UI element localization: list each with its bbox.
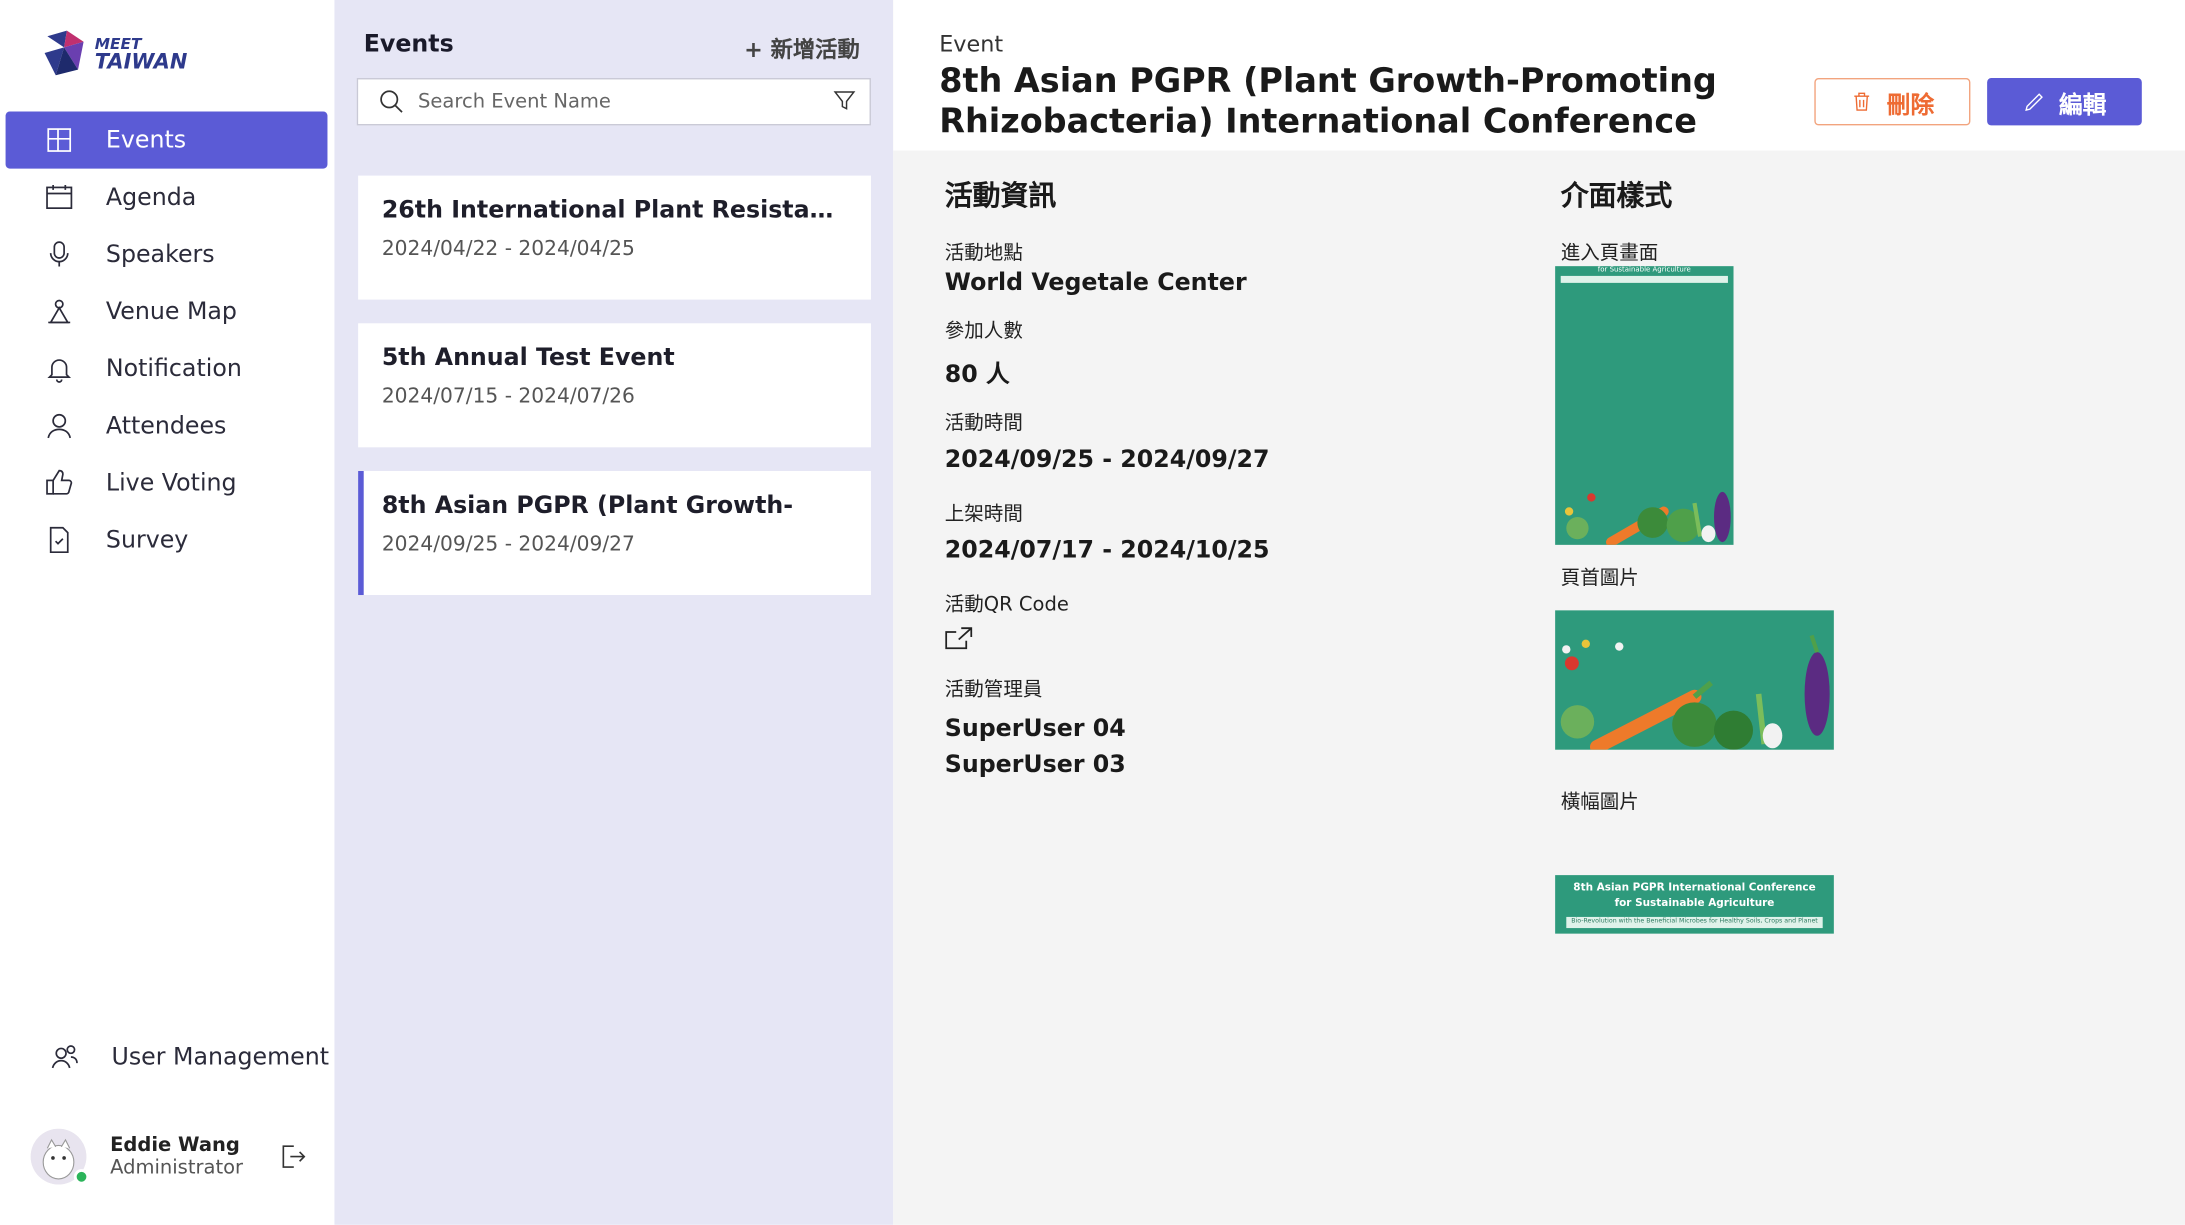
attendees-value: 80 人: [944, 360, 1010, 389]
detail-title: 8th Asian PGPR (Plant Growth-Promoting R…: [939, 61, 1717, 141]
event-time-value: 2024/09/25 - 2024/09/27: [944, 445, 1270, 474]
meet-taiwan-logo[interactable]: MEET TAIWAN: [42, 28, 195, 84]
detail-eyebrow: Event: [939, 30, 1004, 58]
location-label: 活動地點: [944, 242, 1023, 265]
edit-button[interactable]: 編輯: [1987, 78, 2142, 126]
delete-label: 刪除: [1886, 91, 1935, 120]
nav-item-events[interactable]: Events: [5, 111, 328, 169]
logout-icon: [282, 1145, 306, 1168]
nav-label: Events: [105, 126, 187, 154]
nav-item-live-voting[interactable]: Live Voting: [6, 454, 328, 511]
event-card-title: 8th Asian PGPR (Plant Growth-: [381, 491, 794, 520]
detail-header: Event 8th Asian PGPR (Plant Growth-Promo…: [893, 0, 2185, 151]
logo-text: MEET TAIWAN: [94, 36, 188, 74]
nav-item-notification[interactable]: Notification: [6, 340, 328, 397]
search-bar: [356, 78, 871, 126]
header-image[interactable]: [1555, 610, 1834, 750]
event-card-title: 26th International Plant Resistance...: [381, 196, 842, 225]
banner-line3: Bio-Revolution with the Beneficial Micro…: [1566, 916, 1823, 929]
thumbs-up-icon: [43, 468, 74, 499]
main-nav: Events Agenda Speakers Venue Map Notific…: [0, 111, 334, 568]
nav-item-venue-map[interactable]: Venue Map: [6, 283, 328, 340]
nav-item-agenda[interactable]: Agenda: [6, 169, 328, 226]
nav-label: Agenda: [105, 183, 197, 212]
logout-button[interactable]: [279, 1143, 307, 1171]
microphone-icon: [43, 239, 74, 270]
event-list-panel: Events + 新增活動 26th International Plant R…: [334, 0, 894, 1225]
location-value: World Vegetale Center: [944, 268, 1247, 297]
publish-time-label: 上架時間: [944, 503, 1023, 526]
search-icon: [378, 88, 406, 116]
admin-item: SuperUser 04: [944, 714, 1126, 743]
nav-label: Survey: [105, 526, 189, 554]
logo-line2: TAIWAN: [94, 48, 188, 74]
open-external-icon[interactable]: [943, 626, 974, 651]
banner-image-label: 橫幅圖片: [1560, 791, 1639, 814]
enter-page-image[interactable]: for Sustainable Agriculture: [1555, 266, 1734, 545]
document-check-icon: [43, 525, 74, 556]
search-input[interactable]: [418, 80, 832, 123]
event-card-dates: 2024/04/22 - 2024/04/25: [381, 238, 635, 261]
event-card-dates: 2024/09/25 - 2024/09/27: [381, 533, 635, 557]
calendar-icon: [43, 182, 74, 213]
nav-item-survey[interactable]: Survey: [6, 511, 328, 568]
nav-label: Attendees: [105, 411, 227, 440]
nav-label: User Management: [111, 1043, 330, 1071]
event-card-selected[interactable]: 8th Asian PGPR (Plant Growth- 2024/09/25…: [358, 471, 871, 596]
banner-line2: for Sustainable Agriculture: [1614, 896, 1775, 909]
add-event-button[interactable]: + 新增活動: [744, 31, 860, 64]
list-title: Events: [363, 30, 454, 59]
avatar[interactable]: [30, 1128, 90, 1185]
user-name: Eddie Wang: [110, 1134, 240, 1157]
event-time-label: 活動時間: [944, 412, 1023, 435]
publish-time-value: 2024/07/17 - 2024/10/25: [944, 536, 1270, 565]
attendees-label: 參加人數: [944, 320, 1023, 343]
vegetables-illustration: [1564, 491, 1731, 545]
filter-icon[interactable]: [832, 88, 860, 116]
online-status-dot: [73, 1169, 90, 1185]
qr-code-label: 活動QR Code: [944, 593, 1069, 616]
event-card[interactable]: 26th International Plant Resistance... 2…: [358, 175, 871, 300]
sidebar: MEET TAIWAN Events Agenda Speakers Venue…: [0, 0, 335, 1225]
nav-label: Live Voting: [105, 468, 237, 497]
header-image-label: 頁首圖片: [1560, 567, 1639, 590]
nav-item-user-management[interactable]: User Management: [11, 1028, 333, 1085]
trash-icon: [1854, 92, 1870, 111]
bell-icon: [43, 353, 74, 384]
admins-label: 活動管理員: [944, 678, 1043, 701]
user-profile: Eddie Wang Administrator: [30, 1126, 324, 1187]
nav-item-speakers[interactable]: Speakers: [6, 226, 328, 283]
map-pin-icon: [43, 296, 74, 327]
edit-label: 編輯: [2058, 91, 2107, 120]
events-grid-icon: [43, 125, 74, 156]
enter-page-label: 進入頁畫面: [1560, 242, 1659, 265]
users-icon: [49, 1042, 80, 1073]
pencil-icon: [2024, 93, 2043, 112]
delete-button[interactable]: 刪除: [1814, 78, 1971, 126]
banner-line1: 8th Asian PGPR International Conference: [1573, 880, 1816, 894]
nav-label: Speakers: [105, 240, 215, 269]
nav-item-attendees[interactable]: Attendees: [6, 397, 328, 454]
admin-item: SuperUser 03: [944, 751, 1126, 779]
event-card[interactable]: 5th Annual Test Event 2024/07/15 - 2024/…: [358, 323, 871, 448]
style-section-title: 介面樣式: [1560, 178, 1673, 212]
user-role: Administrator: [110, 1156, 244, 1179]
event-card-title: 5th Annual Test Event: [381, 344, 675, 373]
nav-label: Venue Map: [105, 297, 237, 326]
logo-mark-icon: [44, 30, 84, 76]
banner-image[interactable]: 8th Asian PGPR International Conference …: [1555, 875, 1834, 934]
person-icon: [43, 410, 74, 441]
user-info: Eddie Wang Administrator: [110, 1134, 243, 1179]
nav-label: Notification: [105, 354, 242, 383]
info-section-title: 活動資訊: [944, 178, 1057, 212]
vegetables-illustration: [1560, 634, 1830, 750]
event-card-dates: 2024/07/15 - 2024/07/26: [381, 385, 635, 409]
event-detail-panel: Event 8th Asian PGPR (Plant Growth-Promo…: [893, 0, 2185, 1225]
